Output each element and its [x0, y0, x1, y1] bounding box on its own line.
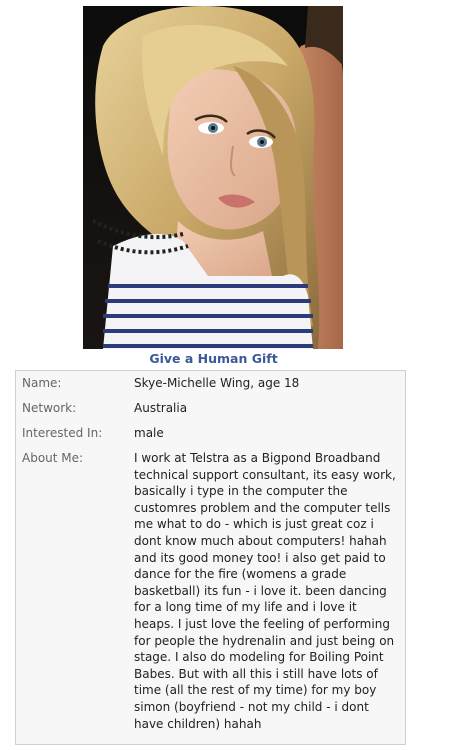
interested-value: male [134, 426, 164, 440]
name-value: Skye-Michelle Wing, age 18 [134, 376, 300, 390]
profile-photo [83, 6, 343, 349]
give-gift-link[interactable]: Give a Human Gift [0, 351, 427, 366]
name-label: Name: [22, 376, 62, 390]
profile-info-panel: Name: Skye-Michelle Wing, age 18 Network… [15, 370, 406, 745]
network-label: Network: [22, 401, 77, 415]
about-label: About Me: [22, 451, 84, 465]
about-value: I work at Telstra as a Bigpond Broadband… [134, 451, 396, 731]
interested-label: Interested In: [22, 426, 103, 440]
network-value[interactable]: Australia [134, 400, 400, 417]
